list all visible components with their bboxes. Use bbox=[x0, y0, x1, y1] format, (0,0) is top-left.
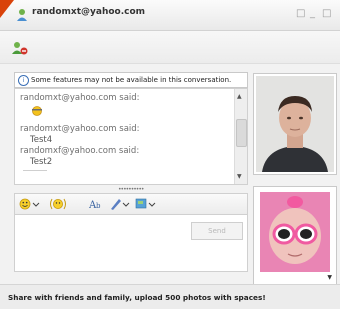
scroll-thumb[interactable] bbox=[236, 119, 247, 147]
buddy-avatar-frame bbox=[253, 73, 337, 175]
svg-text:b: b bbox=[96, 202, 101, 210]
message-list: randomxt@yahoo.com said: randomxt@yahoo.… bbox=[20, 93, 230, 171]
my-avatar-photo bbox=[260, 192, 330, 272]
minimize-button[interactable]: _ bbox=[310, 8, 315, 19]
message-text: Test4 bbox=[30, 135, 53, 145]
notice-text: Some features may not be available in th… bbox=[31, 76, 232, 84]
avatar-options-arrow-icon[interactable]: ▼ bbox=[327, 274, 332, 281]
window-title: randomxt@yahoo.com bbox=[32, 7, 146, 17]
corner-accent bbox=[0, 0, 14, 18]
pane-splitter-handle[interactable]: •••••••••• bbox=[118, 186, 144, 193]
formatting-toolbar: A b bbox=[14, 193, 248, 215]
send-button[interactable]: Send bbox=[191, 222, 243, 240]
toolbar bbox=[0, 31, 340, 64]
audible-emoticon-icon[interactable] bbox=[49, 197, 67, 211]
message-text: Test2 bbox=[30, 157, 53, 167]
notice-bar: i Some features may not be available in t… bbox=[14, 72, 248, 88]
maximize-button[interactable]: □ bbox=[322, 8, 331, 19]
im-conversation-window: randomxt@yahoo.com □ _ □ i Some features … bbox=[0, 0, 340, 309]
pen-color-icon[interactable] bbox=[109, 197, 131, 211]
conversation-history[interactable]: randomxt@yahoo.com said: randomxt@yahoo.… bbox=[14, 88, 248, 185]
scroll-up-arrow-icon[interactable]: ▲ bbox=[237, 93, 242, 100]
message-sender: randomxt@yahoo.com said: bbox=[20, 93, 140, 103]
add-contact-icon[interactable] bbox=[12, 41, 28, 55]
message-sender: randomxt@yahoo.com said: bbox=[20, 124, 140, 134]
message-body bbox=[20, 104, 230, 120]
message-sender: randomxf@yahoo.com said: bbox=[20, 146, 140, 156]
extras-menu-icon[interactable] bbox=[135, 197, 157, 211]
sun-emoticon-icon bbox=[32, 106, 42, 116]
restore-button[interactable]: □ bbox=[296, 8, 305, 19]
message-divider bbox=[23, 170, 47, 171]
info-icon: i bbox=[18, 74, 29, 86]
buddy-icon bbox=[17, 9, 27, 21]
conversation-scrollbar[interactable]: ▲ ▼ bbox=[234, 89, 247, 184]
title-bar: randomxt@yahoo.com □ _ □ bbox=[0, 0, 340, 31]
scroll-down-arrow-icon[interactable]: ▼ bbox=[237, 173, 242, 180]
buddy-avatar-photo bbox=[256, 76, 334, 172]
emoticon-menu-icon[interactable] bbox=[19, 198, 41, 210]
message-compose-area[interactable]: Send bbox=[14, 214, 248, 272]
font-icon[interactable]: A b bbox=[89, 198, 103, 210]
my-avatar-frame: ▼ bbox=[253, 186, 337, 286]
footer-promo[interactable]: Share with friends and family, upload 50… bbox=[0, 284, 340, 309]
